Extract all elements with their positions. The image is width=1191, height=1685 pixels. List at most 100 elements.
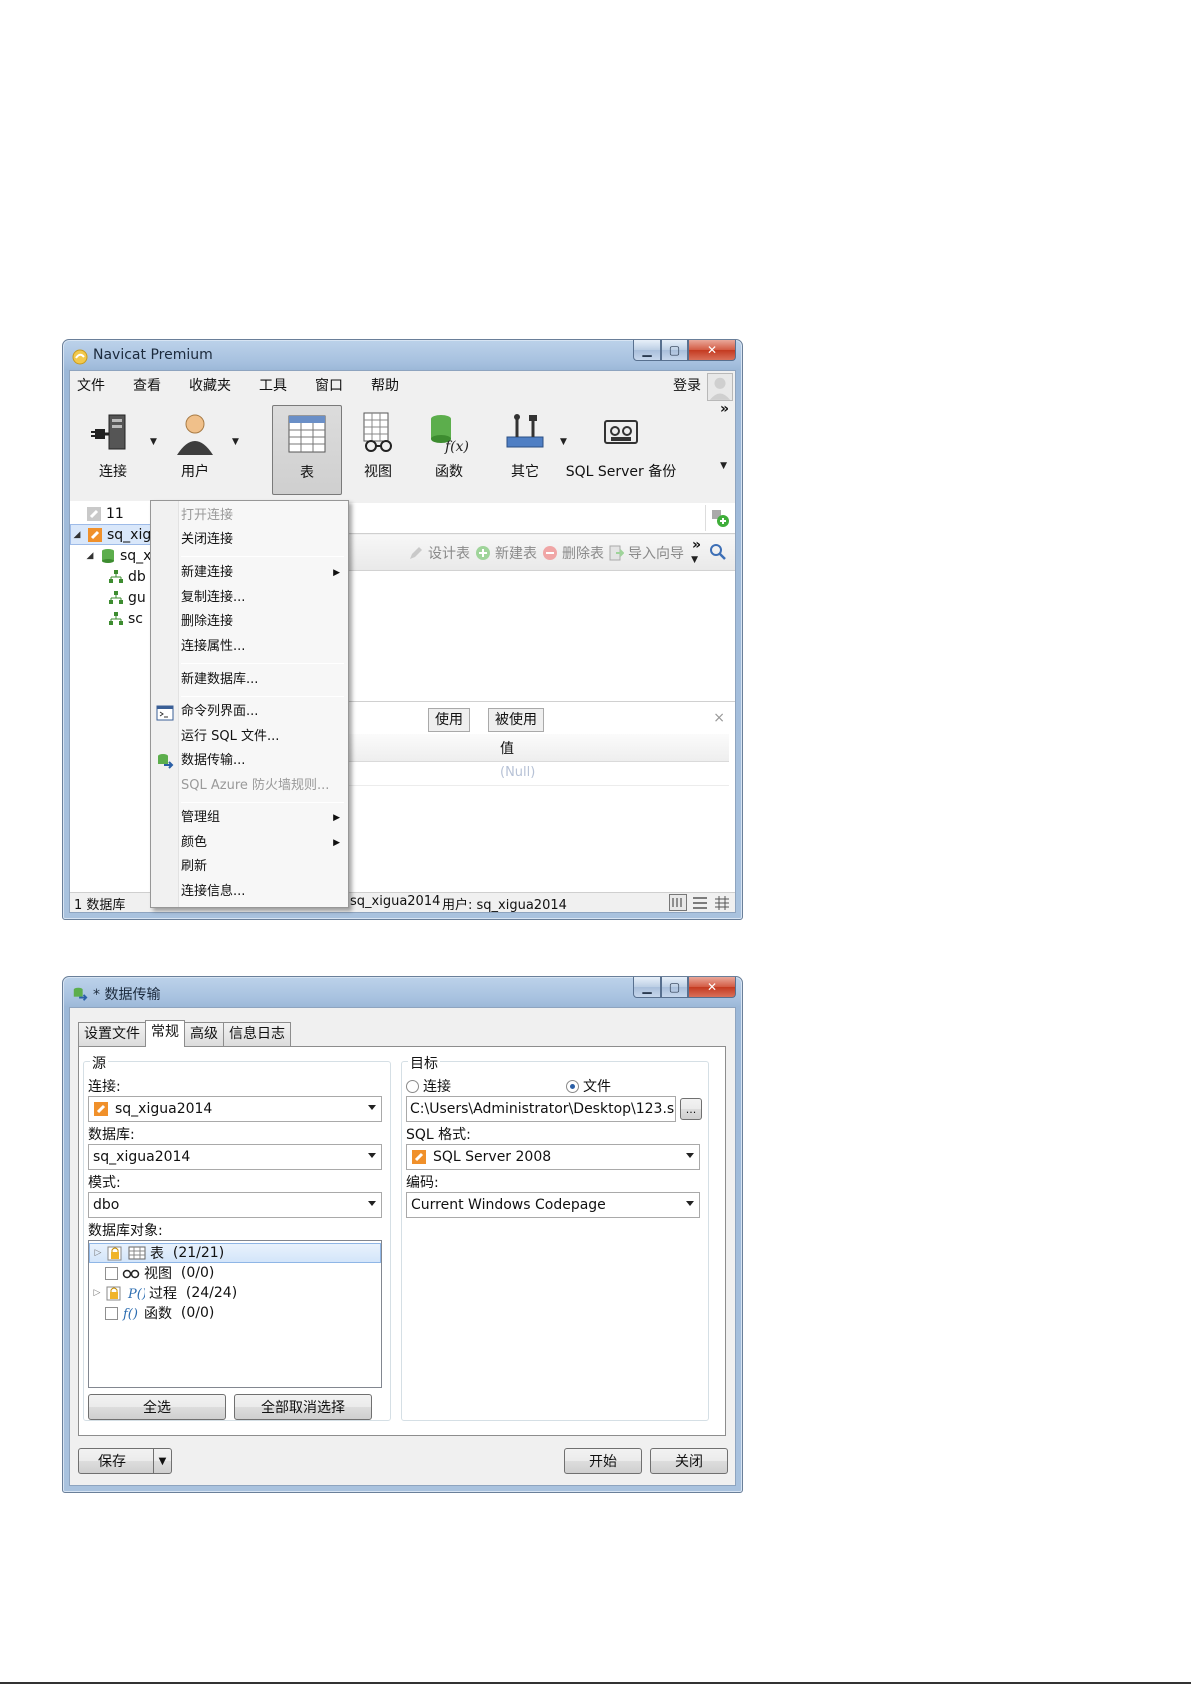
- design-table-button[interactable]: 设计表: [408, 543, 470, 563]
- status-user: 用户: sq_xigua2014: [442, 898, 567, 913]
- menu-window[interactable]: 窗口: [301, 371, 357, 401]
- tab-general[interactable]: 常规: [145, 1020, 185, 1047]
- source-connection-select[interactable]: sq_xigua2014: [88, 1096, 382, 1122]
- other-button[interactable]: 其它: [490, 405, 560, 495]
- toolbar-overflow-icon[interactable]: »: [720, 401, 729, 417]
- expand-icon[interactable]: ▷: [89, 1288, 105, 1298]
- user-avatar-icon: [709, 377, 731, 400]
- tree-item-procedures[interactable]: ▷ P() 过程 (24/24): [89, 1283, 381, 1303]
- collapse-icon[interactable]: ◢: [84, 551, 96, 561]
- lock-checkbox-icon[interactable]: [105, 1285, 123, 1301]
- minus-icon: [543, 546, 557, 560]
- tree-item-functions[interactable]: f() 函数 (0/0): [89, 1303, 381, 1323]
- source-database-select[interactable]: sq_xigua2014: [88, 1144, 382, 1170]
- minimize-button[interactable]: ▁: [633, 977, 661, 998]
- submenu-arrow-icon: ▶: [333, 568, 340, 578]
- delete-table-button[interactable]: 删除表: [542, 543, 604, 563]
- collapse-icon[interactable]: ◢: [71, 530, 83, 540]
- minimize-button[interactable]: ▁: [633, 340, 661, 361]
- menu-manage-group[interactable]: 管理组: [181, 807, 220, 829]
- target-connection-radio[interactable]: 连接: [406, 1076, 451, 1096]
- tab-log[interactable]: 信息日志: [223, 1022, 291, 1046]
- new-table-button[interactable]: 新建表: [475, 543, 537, 563]
- target-file-radio[interactable]: 文件: [566, 1076, 611, 1096]
- chevron-down-icon: [686, 1201, 694, 1206]
- tab-profile[interactable]: 设置文件: [78, 1022, 146, 1046]
- user-button[interactable]: 用户: [160, 405, 230, 495]
- list-view-icon[interactable]: [691, 895, 709, 911]
- menu-new-database[interactable]: 新建数据库...: [181, 669, 258, 691]
- target-file-path-input[interactable]: C:\Users\Administrator\Desktop\123.sql: [406, 1096, 676, 1122]
- start-button[interactable]: 开始: [564, 1448, 642, 1474]
- close-pane-icon[interactable]: ×: [713, 710, 725, 726]
- sql-server-backup-button[interactable]: SQL Server 备份: [566, 405, 676, 495]
- menu-new-connection[interactable]: 新建连接: [181, 562, 233, 584]
- view-button[interactable]: 视图: [343, 405, 413, 495]
- maximize-button[interactable]: ▢: [661, 977, 688, 998]
- encoding-select[interactable]: Current Windows Codepage: [406, 1192, 700, 1218]
- menu-data-transfer[interactable]: 数据传输...: [181, 750, 245, 772]
- close-dialog-button[interactable]: 关闭: [650, 1448, 728, 1474]
- save-dropdown-icon[interactable]: ▼: [153, 1449, 171, 1473]
- new-query-button[interactable]: [705, 505, 733, 531]
- object-toolbar-dropdown-icon[interactable]: ▼: [691, 555, 698, 565]
- menu-connection-info[interactable]: 连接信息...: [181, 881, 245, 903]
- menu-delete-connection[interactable]: 删除连接: [181, 611, 233, 633]
- detail-view-icon[interactable]: [713, 895, 731, 911]
- toolbar-overflow-dropdown-icon[interactable]: ▼: [720, 461, 727, 471]
- checkbox[interactable]: [105, 1266, 118, 1280]
- menu-file[interactable]: 文件: [70, 371, 119, 401]
- expand-icon[interactable]: ▷: [90, 1248, 106, 1258]
- tree-item-database[interactable]: ◢ sq_x: [84, 545, 152, 566]
- login-link[interactable]: 登录: [673, 371, 701, 401]
- browse-button[interactable]: ...: [680, 1098, 702, 1120]
- lock-checkbox-icon[interactable]: [106, 1245, 124, 1261]
- checkbox[interactable]: [105, 1306, 118, 1320]
- tree-item-schema[interactable]: db: [104, 566, 146, 587]
- menu-command-line[interactable]: 命令列界面...: [181, 701, 258, 723]
- connect-dropdown-icon[interactable]: ▼: [150, 437, 157, 447]
- grid-view-icon[interactable]: [669, 894, 687, 911]
- menu-run-sql-file[interactable]: 运行 SQL 文件...: [181, 726, 279, 748]
- tree-item-views[interactable]: 视图 (0/0): [89, 1263, 381, 1283]
- sql-format-select[interactable]: SQL Server 2008: [406, 1144, 700, 1170]
- source-schema-select[interactable]: dbo: [88, 1192, 382, 1218]
- object-tab-strip: [344, 503, 735, 534]
- menu-azure-firewall[interactable]: SQL Azure 防火墙规则...: [181, 775, 329, 797]
- other-dropdown-icon[interactable]: ▼: [560, 437, 567, 447]
- tree-item-schema[interactable]: sc: [104, 608, 143, 629]
- tab-advanced[interactable]: 高级: [184, 1022, 224, 1046]
- menu-color[interactable]: 颜色: [181, 832, 207, 854]
- close-button[interactable]: ✕: [688, 340, 736, 361]
- database-icon: [102, 548, 114, 563]
- menu-help[interactable]: 帮助: [357, 371, 413, 401]
- menu-favorites[interactable]: 收藏夹: [175, 371, 245, 401]
- main-toolbar: 连接 ▼ 用户 ▼ 表 视图 f(x) 函数 其它 ▼ SQL Server 备…: [70, 401, 735, 501]
- tab-used[interactable]: 使用: [428, 708, 470, 732]
- menu-open-connection[interactable]: 打开连接: [181, 505, 233, 527]
- import-wizard-button[interactable]: 导入向导: [608, 543, 684, 563]
- menu-duplicate-connection[interactable]: 复制连接...: [181, 587, 245, 609]
- menu-view[interactable]: 查看: [119, 371, 175, 401]
- close-button[interactable]: ✕: [688, 977, 736, 998]
- plug-server-icon: [91, 414, 126, 450]
- avatar[interactable]: [707, 373, 733, 401]
- menu-tools[interactable]: 工具: [245, 371, 301, 401]
- schema-icon: [109, 611, 123, 625]
- tree-item-tables[interactable]: ▷ 表 (21/21): [89, 1243, 381, 1263]
- search-icon[interactable]: [709, 543, 727, 561]
- deselect-all-button[interactable]: 全部取消选择: [234, 1394, 372, 1420]
- menu-connection-properties[interactable]: 连接属性...: [181, 636, 245, 658]
- menu-close-connection[interactable]: 关闭连接: [181, 529, 233, 551]
- object-toolbar-overflow-icon[interactable]: »: [692, 537, 701, 553]
- user-dropdown-icon[interactable]: ▼: [232, 437, 239, 447]
- tree-item-schema[interactable]: gu: [104, 587, 146, 608]
- maximize-button[interactable]: ▢: [661, 340, 688, 361]
- save-button[interactable]: 保存 ▼: [78, 1448, 172, 1474]
- menu-refresh[interactable]: 刷新: [181, 856, 207, 878]
- connect-button[interactable]: 连接: [78, 405, 148, 495]
- function-button[interactable]: f(x) 函数: [414, 405, 484, 495]
- select-all-button[interactable]: 全选: [88, 1394, 226, 1420]
- tab-used-by[interactable]: 被使用: [488, 708, 544, 732]
- table-button[interactable]: 表: [272, 405, 342, 495]
